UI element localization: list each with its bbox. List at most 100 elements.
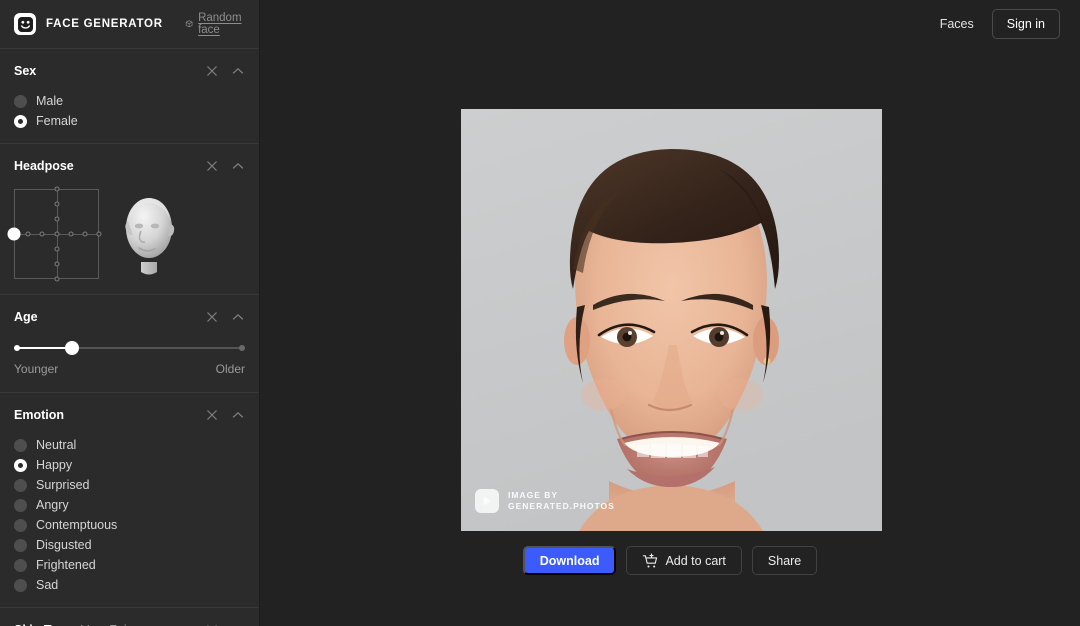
radio-icon [14, 498, 27, 512]
watermark-line-2: GENERATED.PHOTOS [508, 501, 615, 511]
close-icon[interactable] [205, 310, 219, 324]
headpose-dot[interactable] [54, 186, 59, 192]
radio-label: Surprised [36, 478, 90, 492]
radio-option-surprised[interactable]: Surprised [14, 475, 245, 495]
age-slider[interactable]: Younger Older [14, 333, 245, 392]
mannequin-head-icon [125, 198, 175, 275]
watermark: IMAGE BY GENERATED.PHOTOS [475, 489, 615, 513]
radio-icon [14, 438, 27, 452]
sign-in-button[interactable]: Sign in [991, 9, 1060, 39]
headpose-dot[interactable] [39, 231, 45, 237]
radio-label: Male [36, 94, 64, 108]
cube-icon [185, 20, 193, 28]
close-icon[interactable] [205, 159, 219, 173]
radio-option-contemptuous[interactable]: Contemptuous [14, 515, 245, 535]
section-title: Headpose [14, 159, 74, 173]
age-slider-max-cap [239, 345, 245, 351]
radio-label: Sad [36, 578, 59, 592]
brand-name: FACE GENERATOR [46, 18, 163, 30]
radio-label: Contemptuous [36, 518, 118, 532]
download-button[interactable]: Download [522, 546, 617, 575]
section-emotion: Emotion Neutral Happy Surprised Angry Contem… [0, 392, 259, 607]
watermark-line-1: IMAGE BY [508, 490, 559, 500]
radio-label: Disgusted [36, 538, 92, 552]
headpose-body [7, 182, 245, 294]
share-button[interactable]: Share [751, 546, 818, 575]
radio-option-sad[interactable]: Sad [14, 575, 245, 595]
random-face-link[interactable]: Random face [185, 12, 245, 36]
headpose-dot[interactable] [54, 201, 59, 207]
radio-icon [14, 478, 27, 492]
close-icon[interactable] [205, 64, 219, 78]
radio-option-female[interactable]: Female [14, 111, 245, 131]
nav-link-faces[interactable]: Faces [940, 17, 974, 31]
section-headpose-header: Headpose [14, 150, 245, 182]
close-icon[interactable] [205, 408, 219, 422]
emotion-radio-group: Neutral Happy Surprised Angry Contemptuous Di… [14, 431, 245, 607]
section-title: Age [14, 310, 38, 324]
controls-sidebar: FACE GENERATOR Random face Sex Male Fema… [0, 0, 260, 626]
preview-stage: IMAGE BY GENERATED.PHOTOS Download Add t… [260, 48, 1080, 626]
sex-radio-group: Male Female [14, 87, 245, 143]
chevron-up-icon[interactable] [231, 310, 245, 324]
section-headpose: Headpose [0, 143, 259, 294]
age-slider-track[interactable] [14, 341, 245, 355]
top-navigation: Faces Sign in [260, 0, 1080, 48]
headpose-dot[interactable] [68, 231, 74, 237]
play-badge-icon [475, 489, 499, 513]
add-to-cart-label: Add to cart [665, 553, 726, 568]
age-slider-thumb[interactable] [64, 341, 79, 355]
section-age: Age Younger Older [0, 294, 259, 392]
headpose-dot-center[interactable] [54, 231, 59, 237]
radio-icon-selected [14, 114, 27, 128]
radio-icon [14, 518, 27, 532]
age-slider-labels: Younger Older [14, 362, 245, 388]
radio-option-male[interactable]: Male [14, 91, 245, 111]
age-slider-fill [14, 347, 72, 349]
radio-option-neutral[interactable]: Neutral [14, 435, 245, 455]
radio-label: Frightened [36, 558, 96, 572]
radio-label: Female [36, 114, 78, 128]
section-skin-tone-header: Skin Tone Very Fair [14, 614, 245, 626]
chevron-up-icon[interactable] [231, 408, 245, 422]
headpose-dot[interactable] [54, 246, 59, 252]
radio-option-angry[interactable]: Angry [14, 495, 245, 515]
action-buttons: Download Add to cart Share [260, 546, 1080, 575]
radio-icon [14, 578, 27, 592]
headpose-dot[interactable] [96, 231, 102, 237]
section-age-header: Age [14, 301, 245, 333]
radio-option-disgusted[interactable]: Disgusted [14, 535, 245, 555]
radio-option-frightened[interactable]: Frightened [14, 555, 245, 575]
section-emotion-header: Emotion [14, 399, 245, 431]
face-generator-app: FACE GENERATOR Random face Sex Male Fema… [0, 0, 1080, 626]
headpose-dot[interactable] [25, 231, 31, 237]
headpose-dot[interactable] [54, 276, 59, 282]
section-sex: Sex Male Female [0, 48, 259, 143]
headpose-handle[interactable] [7, 227, 21, 241]
chevron-up-icon[interactable] [231, 159, 245, 173]
face-illustration [461, 109, 882, 531]
age-max-label: Older [215, 362, 245, 376]
radio-option-happy[interactable]: Happy [14, 455, 245, 475]
add-to-cart-button[interactable]: Add to cart [626, 546, 742, 575]
headpose-dot[interactable] [54, 261, 59, 267]
section-sex-header: Sex [14, 55, 245, 87]
radio-label: Angry [36, 498, 69, 512]
cart-plus-icon [643, 553, 658, 568]
radio-label: Neutral [36, 438, 77, 452]
random-face-label: Random face [198, 12, 242, 36]
radio-icon-selected [14, 458, 27, 472]
radio-label: Happy [36, 458, 73, 472]
headpose-dot[interactable] [82, 231, 88, 237]
headpose-grid[interactable] [7, 186, 102, 282]
age-slider-min-cap [14, 345, 20, 351]
generated-face-photo[interactable]: IMAGE BY GENERATED.PHOTOS [461, 109, 882, 531]
age-min-label: Younger [14, 362, 59, 376]
section-skin-tone: Skin Tone Very Fair [0, 607, 259, 626]
section-title: Emotion [14, 408, 64, 422]
headpose-dot[interactable] [54, 216, 59, 222]
section-title: Sex [14, 64, 37, 78]
chevron-up-icon[interactable] [231, 64, 245, 78]
radio-icon [14, 538, 27, 552]
face-logo-icon [14, 13, 36, 35]
